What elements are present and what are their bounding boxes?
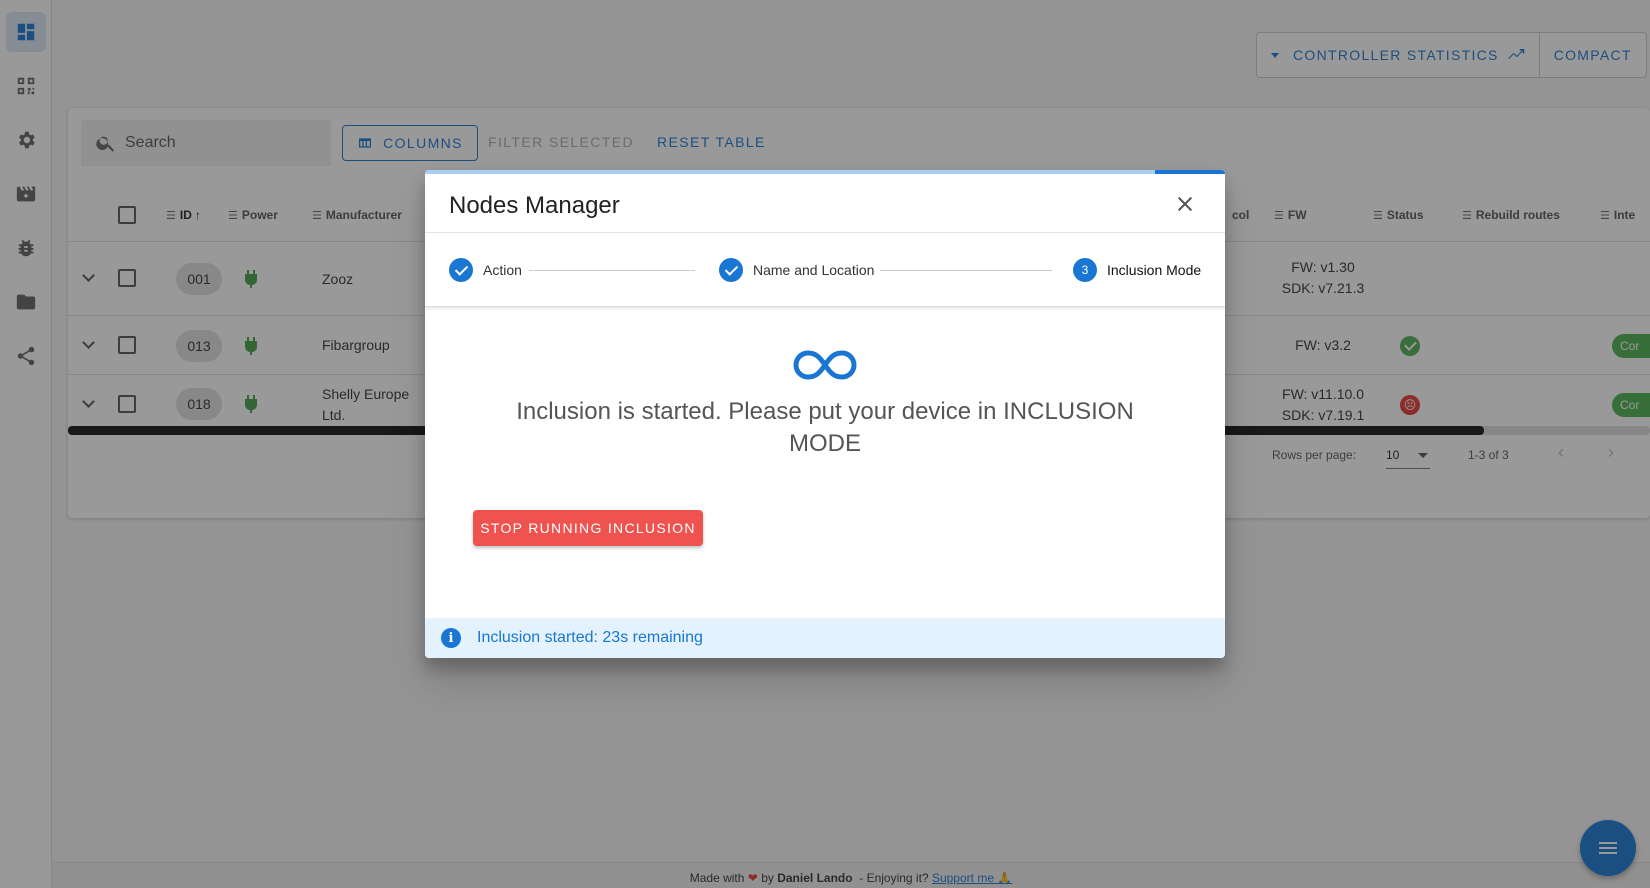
stop-inclusion-button[interactable]: STOP RUNNING INCLUSION bbox=[473, 510, 703, 546]
step-action[interactable]: Action bbox=[449, 258, 522, 282]
progress-bar bbox=[425, 170, 1225, 174]
step-number: 3 bbox=[1073, 258, 1097, 282]
check-circle-icon bbox=[719, 258, 743, 282]
step-name-and-location[interactable]: Name and Location bbox=[719, 258, 874, 282]
step-divider bbox=[880, 270, 1052, 271]
progress-indicator bbox=[1155, 170, 1225, 174]
infinity-icon bbox=[793, 350, 857, 380]
step-label: Name and Location bbox=[753, 262, 875, 278]
inclusion-message: Inclusion is started. Please put your de… bbox=[516, 398, 1134, 457]
step-divider bbox=[529, 270, 695, 271]
step-inclusion-mode[interactable]: 3 Inclusion Mode bbox=[1073, 258, 1201, 282]
step-label: Action bbox=[483, 262, 522, 278]
info-icon: i bbox=[441, 628, 461, 648]
stepper: Action Name and Location 3 Inclusion Mod… bbox=[425, 232, 1225, 307]
check-circle-icon bbox=[449, 258, 473, 282]
alert-text: Inclusion started: 23s remaining bbox=[477, 629, 703, 646]
inclusion-alert: i Inclusion started: 23s remaining bbox=[425, 618, 1225, 658]
nodes-manager-dialog: Nodes Manager Action Name and Location 3… bbox=[425, 170, 1225, 658]
step-label: Inclusion Mode bbox=[1107, 262, 1202, 278]
dialog-title: Nodes Manager bbox=[449, 192, 620, 219]
close-icon[interactable] bbox=[1173, 192, 1197, 216]
